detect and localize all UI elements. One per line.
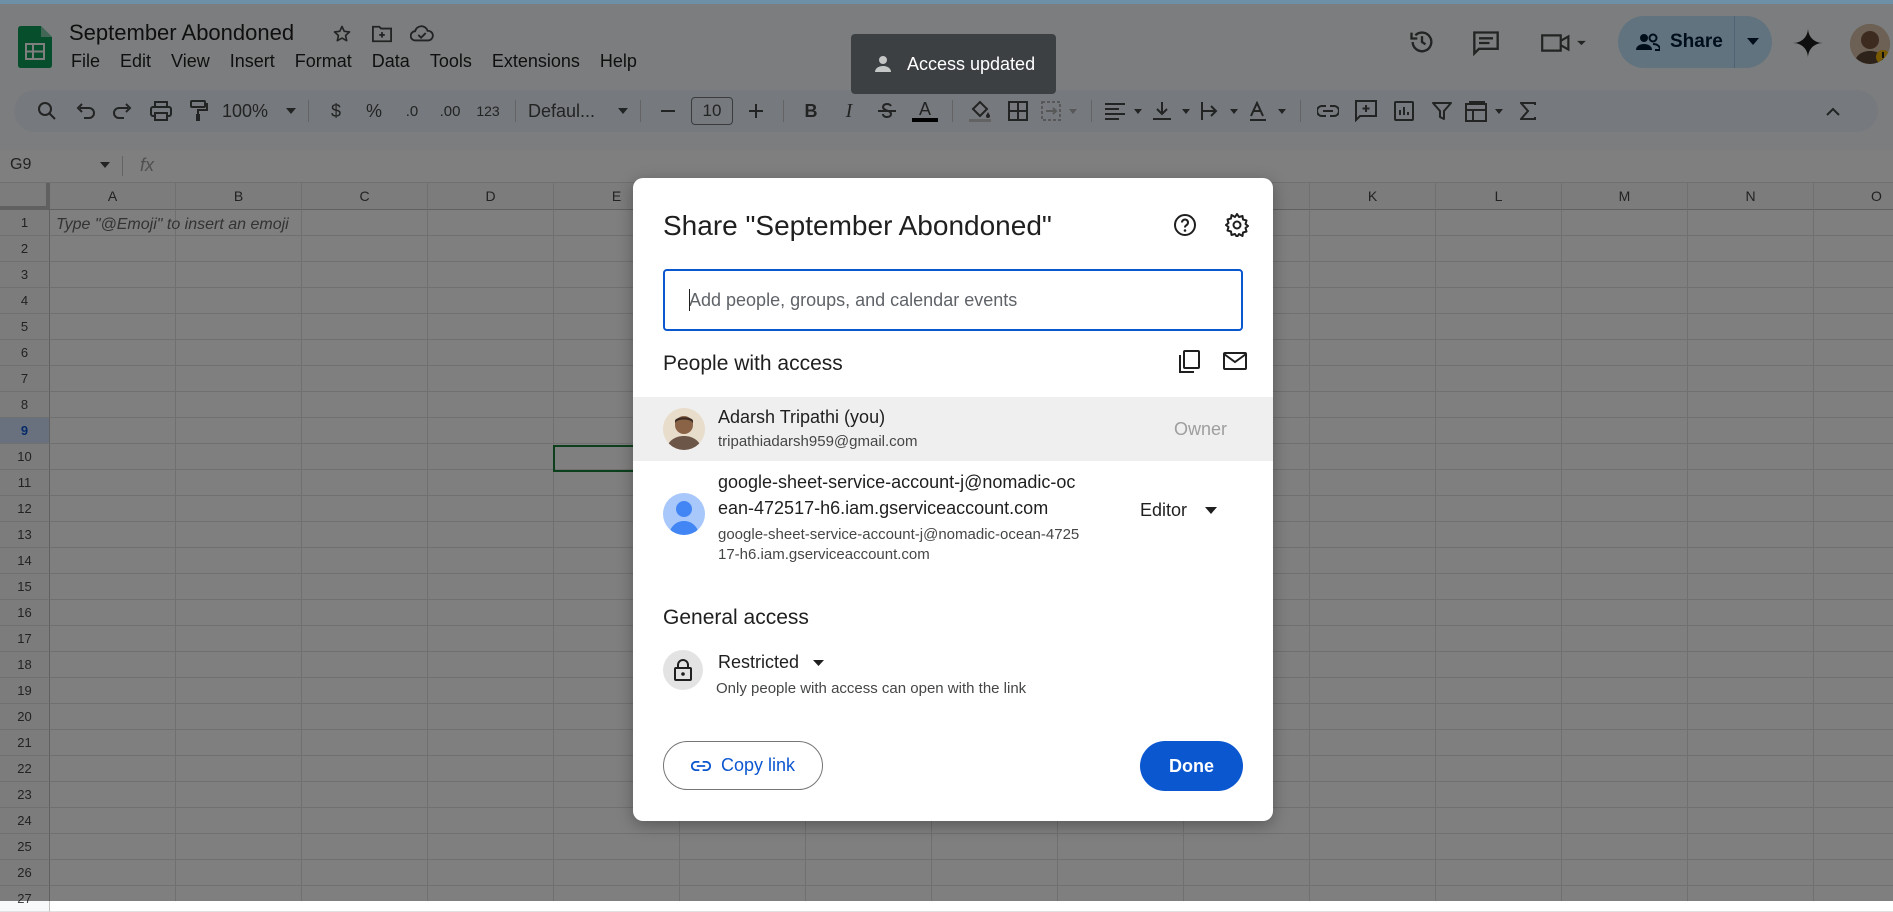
toast-text: Access updated	[907, 53, 1036, 74]
sheets-app: September Abondoned File Edit View Inser…	[0, 0, 1893, 912]
general-access-select[interactable]: Restricted	[718, 652, 825, 673]
browser-top-line	[0, 0, 1893, 4]
people-with-access-title: People with access	[663, 352, 843, 375]
toast-notification: Access updated	[851, 34, 1056, 94]
editor-email-line2: 17-h6.iam.gserviceaccount.com	[718, 546, 930, 563]
gear-icon[interactable]	[1225, 213, 1249, 242]
general-access-description: Only people with access can open with th…	[716, 680, 1027, 697]
editor-role-select[interactable]: Editor	[1140, 500, 1218, 521]
dialog-title: Share "September Abondoned"	[663, 210, 1052, 241]
owner-role: Owner	[1174, 419, 1228, 439]
user-photo-icon	[663, 408, 705, 450]
text-caret	[689, 289, 690, 311]
person-icon	[875, 56, 891, 72]
help-icon[interactable]	[1173, 213, 1197, 242]
default-avatar-icon	[669, 501, 699, 535]
lock-icon	[674, 659, 692, 681]
editor-role: Editor	[1140, 500, 1188, 520]
copy-link-label: Copy link	[720, 755, 796, 775]
done-button[interactable]: Done	[1140, 741, 1243, 791]
lock-icon-circle	[663, 650, 703, 690]
owner-email: tripathiadarsh959@gmail.com	[718, 433, 918, 450]
add-people-input[interactable]: Add people, groups, and calendar events	[663, 269, 1243, 331]
copy-emails-icon[interactable]	[1178, 350, 1200, 379]
owner-avatar	[663, 408, 705, 450]
editor-name-line2: ean-472517-h6.iam.gserviceaccount.com	[718, 498, 1049, 518]
add-people-placeholder: Add people, groups, and calendar events	[689, 289, 1018, 310]
email-collaborators-icon[interactable]	[1223, 352, 1247, 375]
editor-name-line1: google-sheet-service-account-j@nomadic-o…	[718, 472, 1076, 492]
person-row-editor[interactable]: google-sheet-service-account-j@nomadic-o…	[633, 461, 1273, 569]
caret-down-icon	[813, 659, 825, 666]
service-account-avatar	[663, 493, 705, 535]
general-access-value: Restricted	[718, 652, 800, 672]
general-access-title: General access	[663, 606, 809, 629]
caret-down-icon	[1205, 507, 1218, 514]
owner-name: Adarsh Tripathi (you)	[718, 407, 886, 427]
link-icon	[690, 760, 711, 771]
copy-link-button[interactable]: Copy link	[663, 741, 823, 790]
person-row-owner[interactable]: Adarsh Tripathi (you) tripathiadarsh959@…	[633, 397, 1273, 461]
share-dialog: Share "September Abondoned" Add people, …	[633, 178, 1273, 821]
editor-email-line1: google-sheet-service-account-j@nomadic-o…	[718, 526, 1080, 543]
